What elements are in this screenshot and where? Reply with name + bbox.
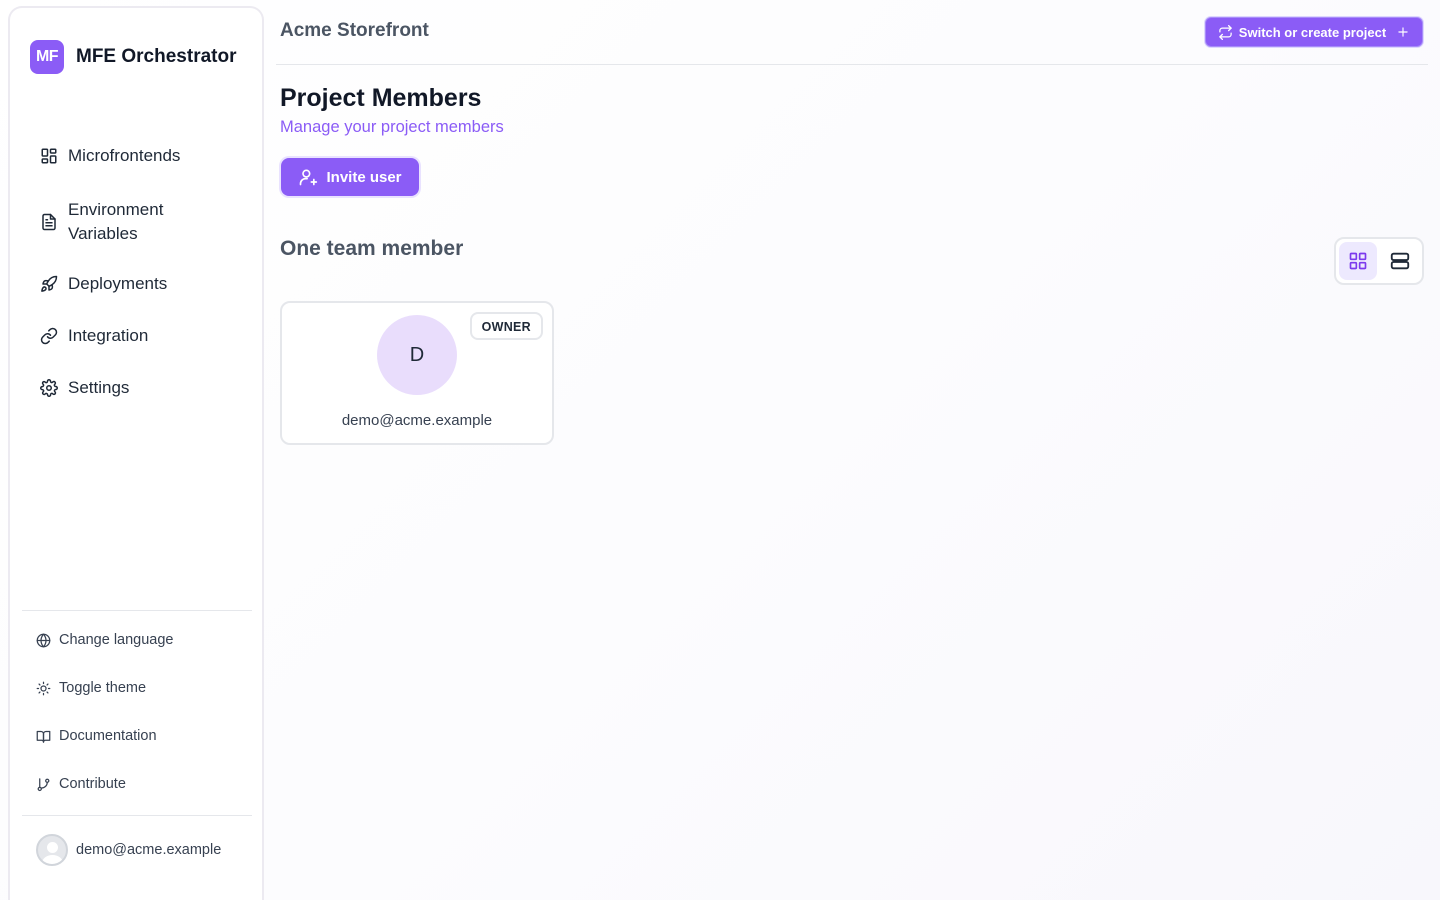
grid-view-button[interactable] xyxy=(1339,242,1377,280)
change-language-label: Change language xyxy=(59,632,174,648)
sidebar-item-environment-variables[interactable]: Environment Variables xyxy=(40,198,230,246)
section-title: One team member xyxy=(280,237,464,260)
project-name: Acme Storefront xyxy=(280,20,429,41)
member-email: demo@acme.example xyxy=(341,412,493,429)
user-plus-icon xyxy=(300,169,318,186)
documentation-label: Documentation xyxy=(59,728,157,744)
rocket-icon xyxy=(41,275,58,292)
member-avatar: D xyxy=(377,315,457,395)
documentation-link[interactable]: Documentation xyxy=(36,728,157,744)
member-card[interactable]: OWNER D demo@acme.example xyxy=(280,301,554,445)
avatar xyxy=(36,834,68,866)
role-badge: OWNER xyxy=(469,312,543,340)
git-branch-icon xyxy=(37,777,50,791)
invite-user-button[interactable]: Invite user xyxy=(281,158,419,196)
sidebar-item-label: Integration xyxy=(68,326,149,345)
change-language-button[interactable]: Change language xyxy=(36,632,174,648)
list-view-button[interactable] xyxy=(1381,242,1419,280)
grid-view-icon xyxy=(1349,252,1367,270)
page-title: Project Members xyxy=(280,84,482,112)
user-email: demo@acme.example xyxy=(76,842,222,858)
brand-name: MFE Orchestrator xyxy=(76,46,237,67)
sun-icon xyxy=(36,681,51,695)
sidebar-divider xyxy=(22,610,252,611)
sidebar-divider xyxy=(22,815,252,816)
toggle-theme-button[interactable]: Toggle theme xyxy=(36,680,146,696)
sidebar: MF MFE Orchestrator Microfrontends Envir… xyxy=(8,6,264,900)
book-icon xyxy=(36,730,51,743)
user-menu[interactable]: demo@acme.example xyxy=(36,834,221,866)
sidebar-item-settings[interactable]: Settings xyxy=(40,376,129,400)
sidebar-item-integration[interactable]: Integration xyxy=(40,324,148,348)
grid-icon xyxy=(41,148,57,164)
header-divider xyxy=(276,64,1428,65)
sidebar-item-label: Environment Variables xyxy=(68,200,164,243)
link-icon xyxy=(40,327,58,345)
brand[interactable]: MF MFE Orchestrator xyxy=(30,40,236,74)
contribute-label: Contribute xyxy=(59,776,126,792)
switch-project-button[interactable]: Switch or create project xyxy=(1205,17,1423,47)
sidebar-item-label: Settings xyxy=(68,378,130,397)
sidebar-item-deployments[interactable]: Deployments xyxy=(40,272,167,296)
page-subtitle: Manage your project members xyxy=(280,118,504,136)
list-view-icon xyxy=(1390,252,1410,270)
repeat-icon xyxy=(1219,24,1232,40)
invite-user-label: Invite user xyxy=(326,168,402,186)
brand-logo: MF xyxy=(30,40,64,74)
plus-icon xyxy=(1398,27,1408,37)
sidebar-item-label: Microfrontends xyxy=(68,146,181,165)
gear-icon xyxy=(40,379,58,397)
view-toggle xyxy=(1334,237,1424,285)
globe-icon xyxy=(36,632,51,648)
toggle-theme-label: Toggle theme xyxy=(59,680,147,696)
app-window: MF MFE Orchestrator Microfrontends Envir… xyxy=(0,0,1440,900)
sidebar-item-microfrontends[interactable]: Microfrontends xyxy=(40,144,180,168)
file-text-icon xyxy=(42,213,56,231)
switch-project-label: Switch or create project xyxy=(1238,24,1387,40)
sidebar-item-label: Deployments xyxy=(68,274,168,293)
contribute-link[interactable]: Contribute xyxy=(36,776,126,792)
